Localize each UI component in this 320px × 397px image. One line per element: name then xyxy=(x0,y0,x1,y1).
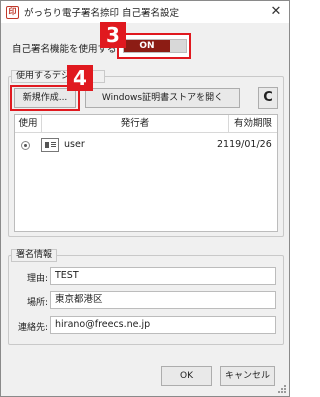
certificate-card-icon xyxy=(41,138,59,152)
table-header: 使用 発行者 有効期限 xyxy=(15,115,277,133)
signature-info-legend: 署名情報 xyxy=(11,249,58,262)
contact-input[interactable]: hirano@freecs.ne.jp xyxy=(50,316,276,334)
expiry-cell: 2119/01/26 xyxy=(217,139,272,150)
location-label: 場所: xyxy=(26,298,48,308)
toggle-on-label: ON xyxy=(124,40,170,52)
toggle-highlight-frame: ON xyxy=(117,33,191,59)
column-header-expiry[interactable]: 有効期限 xyxy=(229,115,277,133)
window-title: がっちり電子署名捺印 自己署名設定 xyxy=(24,8,180,19)
refresh-icon[interactable]: C xyxy=(258,87,278,109)
self-sign-toggle[interactable]: ON xyxy=(123,39,187,53)
reason-label: 理由: xyxy=(26,274,48,284)
certificate-table: 使用 発行者 有効期限 user 2119/01/26 xyxy=(14,114,278,232)
table-row[interactable]: user 2119/01/26 xyxy=(15,134,277,156)
resize-grip-icon[interactable] xyxy=(278,385,286,393)
reason-input[interactable]: TEST xyxy=(50,267,276,285)
cancel-button[interactable]: キャンセル xyxy=(220,366,275,386)
title-bar: 印 がっちり電子署名捺印 自己署名設定 ✕ xyxy=(1,1,289,23)
new-certificate-button[interactable]: 新規作成... xyxy=(14,88,76,108)
column-header-issuer[interactable]: 発行者 xyxy=(42,115,229,133)
ok-button[interactable]: OK xyxy=(161,366,212,386)
issuer-cell: user xyxy=(64,139,85,150)
close-button[interactable]: ✕ xyxy=(267,3,285,21)
open-store-button[interactable]: Windows証明書ストアを開く xyxy=(85,88,240,108)
app-icon: 印 xyxy=(6,5,19,19)
radio-selected-dot xyxy=(24,144,27,147)
step-3-badge: 3 xyxy=(100,22,126,48)
column-header-use[interactable]: 使用 xyxy=(15,115,42,133)
contact-label: 連絡先: xyxy=(17,323,48,333)
step-4-badge: 4 xyxy=(67,65,93,91)
dialog-window: 印 がっちり電子署名捺印 自己署名設定 ✕ 自己署名機能を使用する: ON 使用… xyxy=(0,0,290,397)
location-input[interactable]: 東京都港区 xyxy=(50,291,276,309)
use-radio[interactable] xyxy=(21,141,30,150)
